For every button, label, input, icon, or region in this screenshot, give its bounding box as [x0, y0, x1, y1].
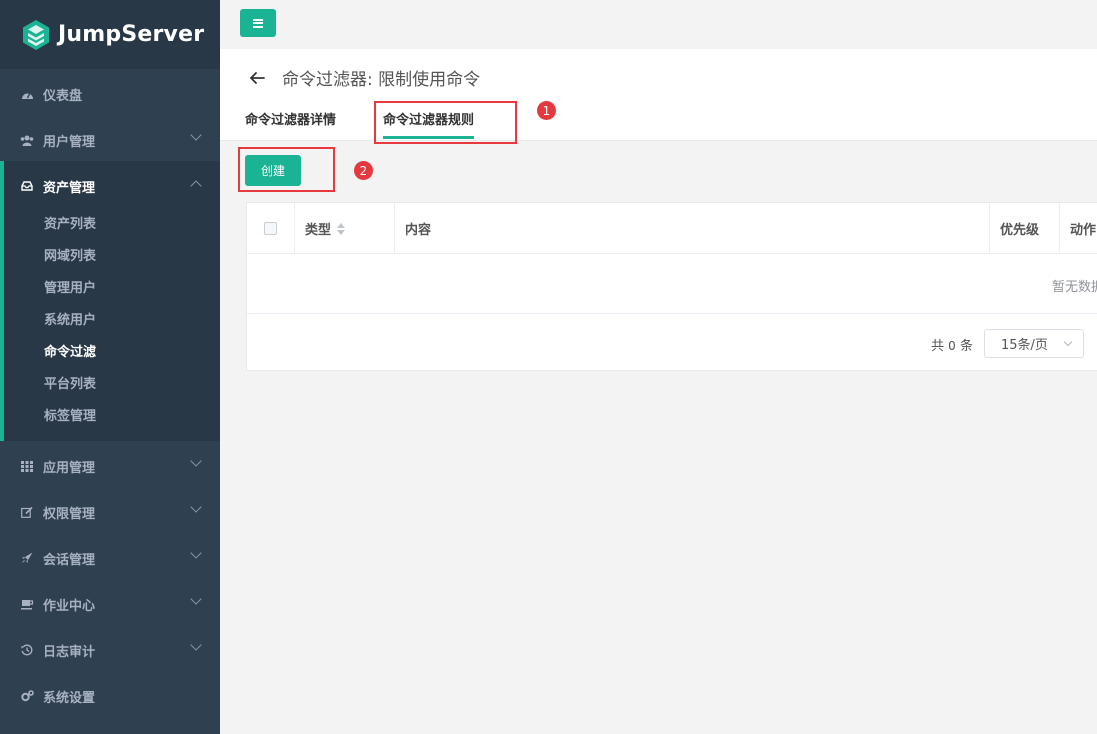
- sidebar-item-users[interactable]: 用户管理: [0, 117, 220, 163]
- grid-icon: [20, 459, 34, 473]
- topbar: [220, 0, 1097, 49]
- sidebar-item-sessions[interactable]: 会话管理: [0, 535, 220, 581]
- tab-label: 命令过滤器详情: [245, 113, 337, 128]
- total-suffix: 条: [959, 339, 973, 354]
- sidebar-item-label: 应用管理: [43, 460, 96, 476]
- rocket-icon: [20, 551, 34, 565]
- create-button[interactable]: 创建: [245, 155, 301, 186]
- annotation-box-rules-tab: [374, 101, 517, 144]
- sidebar-item-label: 用户管理: [43, 134, 96, 150]
- column-label: 优先级: [1000, 223, 1040, 238]
- page-heading: 命令过滤器: 限制使用命令 命令过滤器详情 命令过滤器规则: [220, 49, 1097, 141]
- column-label: 动作: [1070, 223, 1097, 238]
- page-size-select[interactable]: 15条/页: [984, 329, 1084, 358]
- annotation-badge-2: 2: [354, 161, 373, 180]
- column-header-priority: 优先级: [990, 203, 1060, 254]
- total-prefix: 共: [931, 339, 945, 354]
- sidebar-subitem-labels[interactable]: 标签管理: [44, 398, 96, 430]
- sidebar-item-label: 系统设置: [43, 690, 96, 706]
- chevron-down-icon: [190, 639, 202, 651]
- sort-icon: [337, 222, 346, 235]
- page-size-value: 15条/页: [1001, 338, 1048, 353]
- sidebar-item-label: 资产管理: [43, 180, 96, 196]
- column-header-content: 内容: [395, 203, 990, 254]
- chevron-down-icon: [190, 593, 202, 605]
- sidebar-subitem-domain-list[interactable]: 网域列表: [44, 238, 96, 270]
- users-icon: [20, 133, 34, 147]
- sidebar-item-label: 会话管理: [43, 552, 96, 568]
- column-label: 内容: [405, 223, 432, 238]
- jumpserver-logo-icon: [23, 19, 49, 50]
- column-label: 类型: [305, 223, 332, 238]
- brand-name: JumpServer: [58, 22, 205, 47]
- sidebar-subitem-system-users[interactable]: 系统用户: [44, 302, 96, 334]
- annotation-badge-1: 1: [537, 101, 556, 120]
- chevron-up-icon: [190, 180, 202, 192]
- chevron-down-icon: [1063, 337, 1073, 347]
- sidebar-subitem-asset-list[interactable]: 资产列表: [44, 206, 96, 238]
- sidebar-item-applications[interactable]: 应用管理: [0, 443, 220, 489]
- sidebar-item-dashboard[interactable]: 仪表盘: [0, 71, 220, 117]
- edit-icon: [20, 505, 34, 519]
- chevron-down-icon: [190, 501, 202, 513]
- chevron-down-icon: [190, 547, 202, 559]
- sidebar-item-assets[interactable]: 资产管理: [0, 163, 220, 209]
- page-title: 命令过滤器: 限制使用命令: [282, 70, 481, 90]
- back-arrow-icon[interactable]: [248, 69, 266, 87]
- toggle-sidebar-button[interactable]: [240, 9, 276, 37]
- menu-icon: [253, 18, 263, 28]
- sidebar: JumpServer 仪表盘 用户管理 资产管理 资产列表 网域列表 管理用户 …: [0, 0, 220, 734]
- chevron-down-icon: [190, 455, 202, 467]
- sidebar-item-jobs[interactable]: 作业中心: [0, 581, 220, 627]
- empty-text: 暂无数据: [1051, 280, 1097, 295]
- coffee-icon: [20, 597, 34, 611]
- tab-filter-detail[interactable]: 命令过滤器详情: [245, 109, 336, 139]
- sidebar-subitem-admin-users[interactable]: 管理用户: [44, 270, 96, 302]
- column-header-type[interactable]: 类型: [295, 203, 395, 254]
- select-all-cell: [247, 203, 295, 254]
- chevron-down-icon: [190, 129, 202, 141]
- inbox-icon: [20, 179, 34, 193]
- gears-icon: [20, 689, 34, 703]
- empty-row: 暂无数据: [247, 254, 1097, 314]
- sidebar-item-label: 日志审计: [43, 644, 96, 660]
- table-header: 类型 内容 优先级 动作: [247, 203, 1097, 254]
- history-icon: [20, 643, 34, 657]
- dashboard-icon: [20, 87, 34, 101]
- sidebar-item-label: 权限管理: [43, 506, 96, 522]
- total-count: 0: [948, 339, 956, 353]
- rules-table-card: 类型 内容 优先级 动作 暂无数据 共 0 条 15条/页: [246, 202, 1097, 371]
- sidebar-subitem-platform-list[interactable]: 平台列表: [44, 366, 96, 398]
- column-header-action: 动作: [1060, 203, 1097, 254]
- sidebar-subitem-command-filters[interactable]: 命令过滤: [44, 334, 96, 366]
- sidebar-item-permissions[interactable]: 权限管理: [0, 489, 220, 535]
- sidebar-group-assets: 资产管理 资产列表 网域列表 管理用户 系统用户 命令过滤 平台列表 标签管理: [0, 161, 220, 441]
- sidebar-item-label: 仪表盘: [43, 88, 83, 104]
- sidebar-item-label: 作业中心: [43, 598, 96, 614]
- select-all-checkbox[interactable]: [264, 222, 277, 235]
- logo[interactable]: JumpServer: [0, 0, 220, 69]
- sidebar-item-audit[interactable]: 日志审计: [0, 627, 220, 673]
- pagination-total: 共 0 条: [931, 335, 973, 354]
- sidebar-item-settings[interactable]: 系统设置: [0, 673, 220, 719]
